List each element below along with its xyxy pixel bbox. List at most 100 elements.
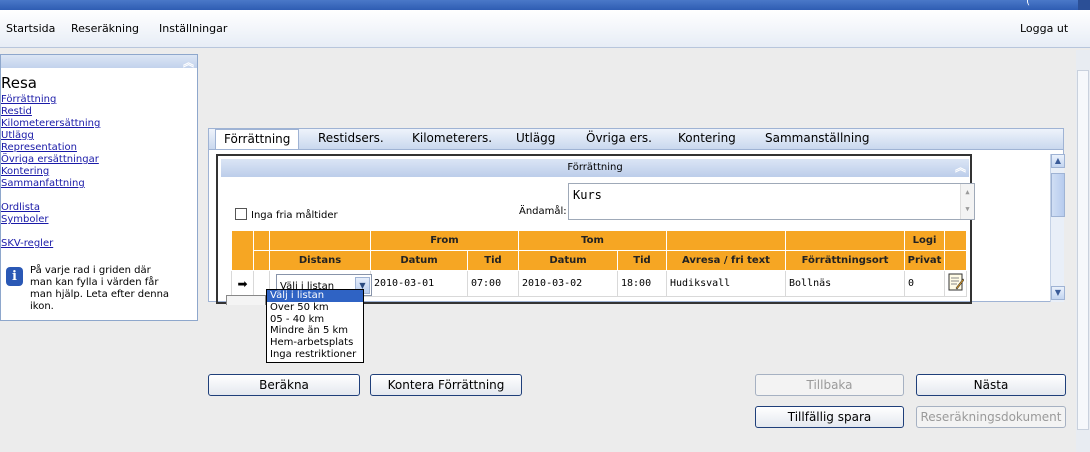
grid-blank-header bbox=[785, 230, 905, 251]
grid-corner bbox=[231, 230, 254, 271]
edit-note-icon[interactable] bbox=[948, 273, 964, 291]
left-panel-header: ︽ bbox=[1, 54, 197, 70]
sidebar-title: Resa bbox=[1, 74, 37, 92]
purpose-value: Kurs bbox=[573, 188, 602, 202]
sidebar-links: Förrättning Restid Kilometerersättning U… bbox=[1, 94, 197, 250]
page-vertical-scrollbar[interactable] bbox=[1076, 50, 1090, 452]
grid-blank-header bbox=[944, 230, 967, 251]
sidebar-item-kontering[interactable]: Kontering bbox=[1, 166, 197, 178]
to-date-cell[interactable]: 2010-03-02 bbox=[518, 270, 618, 297]
menu-startsida[interactable]: Startsida bbox=[6, 22, 55, 35]
distance-dropdown-list[interactable]: Välj i listan Över 50 km 05 - 40 km Mind… bbox=[266, 289, 364, 363]
no-free-meals-checkbox[interactable] bbox=[235, 208, 247, 220]
sidebar-item-ovriga[interactable]: Övriga ersättningar bbox=[1, 154, 197, 166]
tab-ovriga-ers[interactable]: Övriga ers. bbox=[586, 131, 652, 145]
tab-utlagg[interactable]: Utlägg bbox=[516, 131, 555, 145]
scroll-down-icon[interactable]: ▼ bbox=[1051, 286, 1065, 300]
from-group-header: From bbox=[370, 230, 519, 251]
dropdown-option[interactable]: Välj i listan bbox=[267, 290, 363, 302]
sidebar-item-ordlista[interactable]: Ordlista bbox=[1, 202, 197, 214]
col-place: Förrättningsort bbox=[785, 250, 905, 271]
tab-sammanstallning[interactable]: Sammanställning bbox=[765, 131, 869, 145]
tab-kontering[interactable]: Kontering bbox=[678, 131, 736, 145]
help-text: På varje rad i griden där man kan fylla … bbox=[30, 265, 169, 313]
scrollbar-thumb[interactable] bbox=[1051, 173, 1065, 217]
scroll-down-icon[interactable]: ▼ bbox=[961, 201, 974, 218]
scroll-up-icon[interactable]: ▲ bbox=[961, 184, 974, 201]
menu-installningar[interactable]: Inställningar bbox=[159, 22, 227, 35]
info-icon: i bbox=[6, 267, 23, 286]
menu-reserakning[interactable]: Reseräkning bbox=[71, 22, 139, 35]
document-button[interactable]: Reseräkningsdokument bbox=[916, 406, 1066, 428]
from-date-cell[interactable]: 2010-03-01 bbox=[370, 270, 468, 297]
sidebar-item-representation[interactable]: Representation bbox=[1, 142, 197, 154]
col-from-date: Datum bbox=[370, 250, 468, 271]
grid-blank-header bbox=[253, 230, 270, 251]
calculate-button[interactable]: Beräkna bbox=[208, 374, 360, 396]
dropdown-option[interactable]: Inga restriktioner bbox=[267, 349, 363, 361]
next-button[interactable]: Nästa bbox=[916, 374, 1066, 396]
panel-collapse-icon[interactable]: ︽ bbox=[955, 159, 966, 177]
sidebar-item-kilometer[interactable]: Kilometerersättning bbox=[1, 118, 197, 130]
left-nav-panel: ︽ Resa Förrättning Restid Kilometerersät… bbox=[0, 54, 198, 321]
no-free-meals-label: Inga fria måltider bbox=[251, 210, 338, 221]
back-button[interactable]: Tillbaka bbox=[755, 374, 904, 396]
grid-blank-header bbox=[253, 250, 270, 271]
dropdown-option[interactable]: Mindre än 5 km bbox=[267, 325, 363, 337]
destination-cell[interactable]: Hudiksvall bbox=[666, 270, 786, 297]
current-row-arrow-icon: ➡ bbox=[231, 270, 254, 297]
sidebar-item-restid[interactable]: Restid bbox=[1, 106, 197, 118]
tab-restidsers[interactable]: Restidsers. bbox=[318, 131, 384, 145]
tab-content-frame: Förrättning ︽ Inga fria måltider Ändamål… bbox=[208, 149, 1065, 304]
col-to-date: Datum bbox=[518, 250, 618, 271]
tab-kilometerers[interactable]: Kilometerers. bbox=[412, 131, 492, 145]
tab-bar: Förrättning Restidsers. Kilometerers. Ut… bbox=[208, 128, 1064, 151]
grid-blank-header bbox=[666, 230, 786, 251]
scroll-up-icon[interactable]: ▲ bbox=[1051, 154, 1065, 168]
textarea-scrollbar[interactable]: ▲ ▼ bbox=[960, 184, 974, 219]
window-edge bbox=[1078, 0, 1090, 10]
place-cell[interactable]: Bollnäs bbox=[785, 270, 905, 297]
collapse-chevron-icon[interactable]: ︽ bbox=[183, 54, 194, 70]
private-cell[interactable]: 0 bbox=[904, 270, 945, 297]
dropdown-option[interactable]: Över 50 km bbox=[267, 302, 363, 314]
sidebar-item-skv-regler[interactable]: SKV-regler bbox=[1, 238, 197, 250]
help-text-line: man hjälp. Leta efter denna bbox=[30, 289, 170, 300]
sidebar-item-symboler[interactable]: Symboler bbox=[1, 214, 197, 226]
edit-note-cell[interactable] bbox=[944, 270, 967, 297]
frame-vertical-scrollbar[interactable]: ▲ ▼ bbox=[1050, 154, 1065, 302]
to-time-cell[interactable]: 18:00 bbox=[617, 270, 667, 297]
tab-forrattning[interactable]: Förrättning bbox=[215, 129, 300, 151]
sidebar-item-sammanfattning[interactable]: Sammanfattning bbox=[1, 178, 197, 190]
sidebar-item-utlagg[interactable]: Utlägg bbox=[1, 130, 197, 142]
col-private: Privat bbox=[904, 250, 945, 271]
purpose-textarea[interactable]: Kurs ▲ ▼ bbox=[568, 183, 975, 220]
link-gap bbox=[1, 226, 197, 238]
purpose-label: Ändamål: bbox=[519, 206, 567, 217]
to-group-header: Tom bbox=[518, 230, 667, 251]
post-button[interactable]: Kontera Förrättning bbox=[370, 374, 522, 396]
window-title-strip: ( bbox=[0, 0, 1090, 10]
help-text-line: man kan fylla i värden får bbox=[30, 277, 159, 288]
logout-link[interactable]: Logga ut bbox=[1020, 22, 1068, 35]
window-caption-fragment: ( bbox=[1026, 0, 1030, 7]
help-text-line: ikon. bbox=[30, 301, 54, 312]
col-from-time: Tid bbox=[467, 250, 519, 271]
dropdown-option[interactable]: 05 - 40 km bbox=[267, 314, 363, 326]
col-destination: Avresa / fri text bbox=[666, 250, 786, 271]
panel-header: Förrättning ︽ bbox=[221, 159, 969, 177]
dropdown-option[interactable]: Hem-arbetsplats bbox=[267, 337, 363, 349]
top-menu-bar: Startsida Reseräkning Inställningar Logg… bbox=[0, 10, 1090, 48]
lodging-group-header: Logi bbox=[904, 230, 945, 251]
grid-blank-header bbox=[269, 230, 371, 251]
save-button[interactable]: Tillfällig spara bbox=[755, 406, 904, 428]
col-distance: Distans bbox=[269, 250, 371, 271]
from-time-cell[interactable]: 07:00 bbox=[467, 270, 519, 297]
col-to-time: Tid bbox=[617, 250, 667, 271]
hidden-button-stub[interactable] bbox=[226, 295, 266, 305]
page-scrollbar-thumb[interactable] bbox=[1077, 70, 1089, 430]
link-gap bbox=[1, 190, 197, 202]
help-text-line: På varje rad i griden där bbox=[30, 265, 151, 276]
panel-title: Förrättning bbox=[567, 162, 623, 173]
sidebar-item-forrattning[interactable]: Förrättning bbox=[1, 94, 197, 106]
